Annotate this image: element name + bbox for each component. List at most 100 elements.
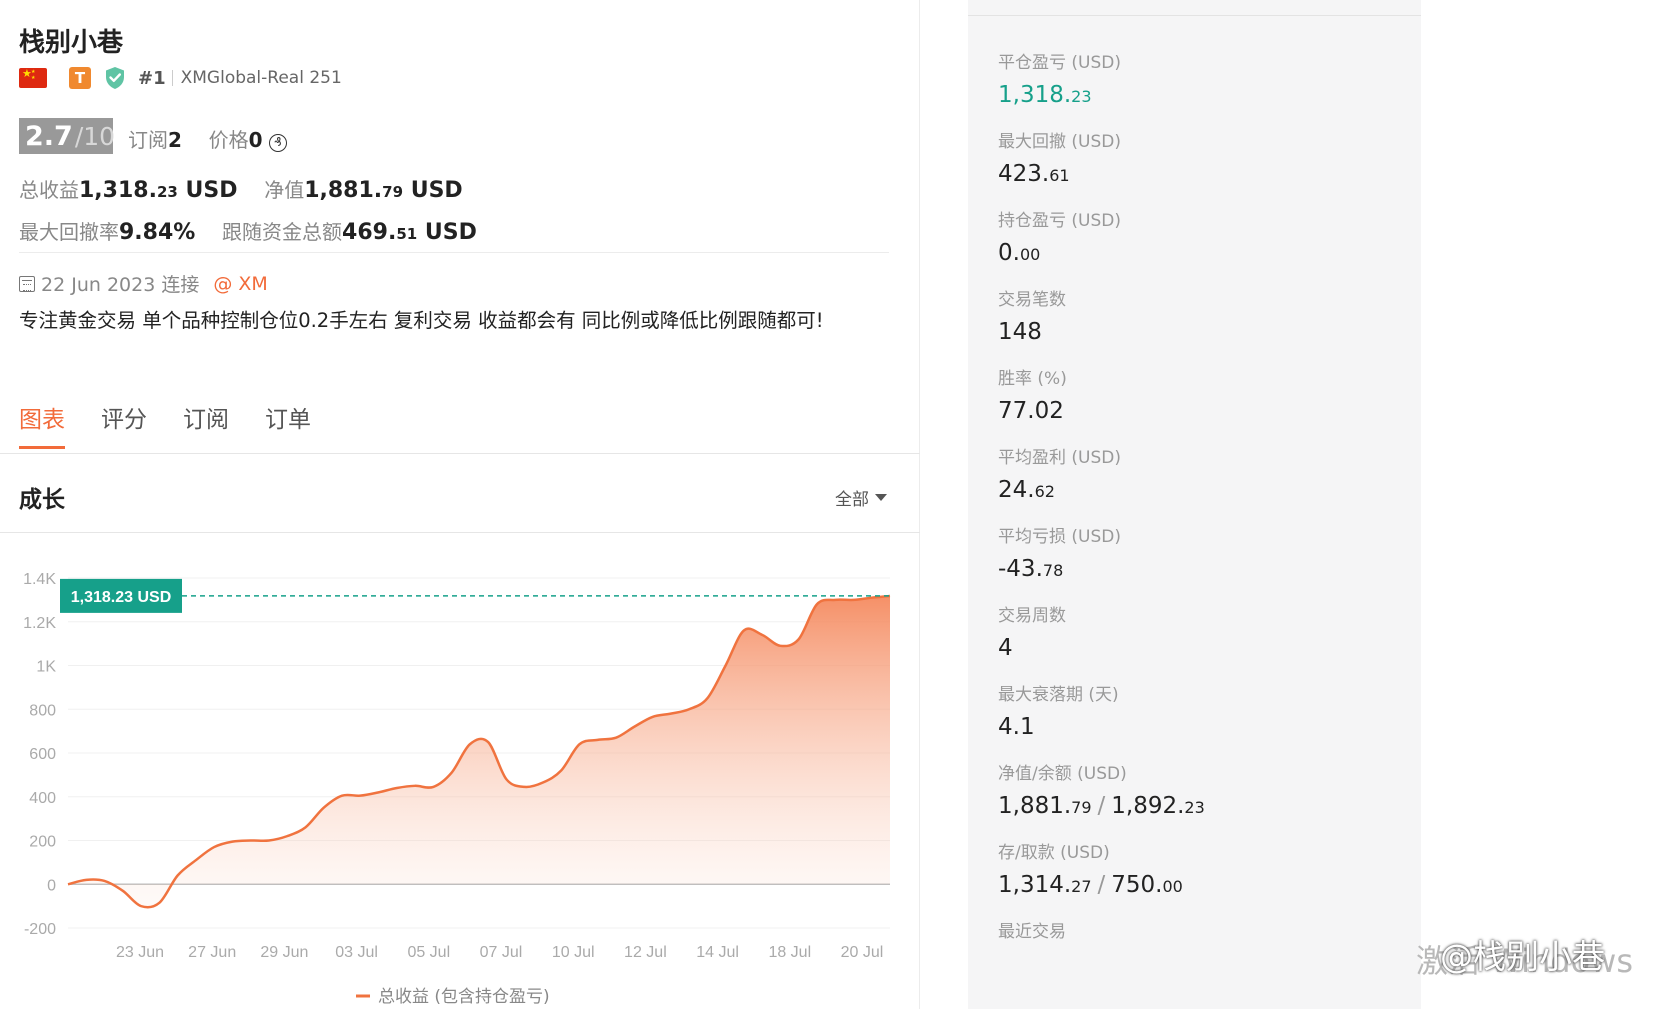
stat-item: 净值/余额 (USD) 1,881.79/1,892.23: [998, 759, 1205, 819]
range-filter-dropdown[interactable]: 全部: [835, 485, 887, 510]
coin-icon: ₰: [268, 134, 287, 152]
x-tick-label: 20 Jul: [841, 944, 884, 961]
divider: [0, 532, 920, 533]
y-tick-label: 1K: [36, 659, 56, 676]
score-badge: 2.7 /10: [19, 118, 116, 154]
legend-label: 总收益 (包含持仓盈亏): [378, 987, 550, 1007]
x-tick-label: 07 Jul: [480, 944, 523, 961]
current-value-label: 1,318.23 USD: [71, 589, 172, 606]
stat-item: 交易笔数 148: [998, 285, 1066, 345]
stat-item: 平均盈利 (USD) 24.62: [998, 443, 1121, 503]
max-drawdown-label: 最大回撤率: [19, 220, 119, 244]
stat-value: 77.02: [998, 398, 1064, 424]
stat-value: 1,318.23: [998, 82, 1092, 108]
stat-label: 平均亏损 (USD): [998, 527, 1121, 547]
stat-value: -43.78: [998, 556, 1064, 582]
follow-funds-label: 跟随资金总额: [222, 220, 343, 244]
strategy-description: 专注黄金交易 单个品种控制仓位0.2手左右 复利交易 收益都会有 同比例或降低比…: [19, 309, 824, 332]
stat-item: 最大衰落期 (天) 4.1: [998, 680, 1119, 740]
stat-item: 胜率 (%) 77.02: [998, 364, 1067, 424]
stat-item: 存/取款 (USD) 1,314.27/750.00: [998, 838, 1183, 898]
stat-value: 4: [998, 635, 1013, 661]
badge-row: T #1 XMGlobal-Real 251: [19, 66, 342, 90]
max-drawdown-value: 9.84%: [119, 220, 196, 245]
connection-info: 22 Jun 2023 连接 @ XM: [19, 270, 268, 297]
x-tick-label: 29 Jun: [260, 944, 308, 961]
trader-card: 栈别小巷 T #1 XMGlobal-Real 251 2.7 /10 订阅2 …: [0, 0, 920, 1009]
connection-date: 22 Jun 2023 连接: [41, 274, 200, 296]
x-tick-label: 03 Jul: [335, 944, 378, 961]
y-tick-label: 1.2K: [23, 615, 56, 632]
stat-label: 最大回撤 (USD): [998, 132, 1121, 152]
tab-orders[interactable]: 订单: [265, 400, 311, 449]
equity-value: 1,881.79 USD: [304, 178, 463, 203]
drawdown-funds-line: 最大回撤率9.84% 跟随资金总额469.51 USD: [19, 216, 477, 245]
stat-label: 平仓盈亏 (USD): [998, 53, 1121, 73]
tab-rating[interactable]: 评分: [101, 400, 147, 449]
total-profit-value: 1,318.23 USD: [79, 178, 238, 203]
stat-label: 最近交易: [998, 922, 1066, 942]
china-flag-icon: [19, 67, 47, 88]
stat-label: 净值/余额 (USD): [998, 764, 1127, 784]
y-tick-label: -200: [24, 921, 56, 938]
y-tick-label: 600: [29, 746, 56, 763]
stat-value: 148: [998, 319, 1042, 345]
x-tick-label: 18 Jul: [768, 944, 811, 961]
caret-down-icon: [875, 494, 887, 501]
stat-label: 持仓盈亏 (USD): [998, 211, 1121, 231]
profit-equity-line: 总收益1,318.23 USD 净值1,881.79 USD: [19, 174, 463, 203]
score-max: /10: [74, 121, 116, 151]
broker-link[interactable]: @ XM: [213, 273, 267, 295]
stat-label: 交易周数: [998, 606, 1066, 626]
x-tick-label: 14 Jul: [696, 944, 739, 961]
y-tick-label: 400: [29, 790, 56, 807]
equity-label: 净值: [264, 178, 305, 202]
stat-value: 0.00: [998, 240, 1041, 266]
account-name: XMGlobal-Real 251: [180, 68, 342, 88]
follow-funds-value: 469.51 USD: [342, 220, 477, 245]
stat-item: 最近交易: [998, 917, 1066, 942]
stat-item: 平仓盈亏 (USD) 1,318.23: [998, 48, 1121, 108]
stat-label: 交易笔数: [998, 290, 1066, 310]
rank-label: #1: [138, 67, 166, 89]
price-value: 0: [248, 128, 263, 152]
stat-value: 1,881.79/1,892.23: [998, 793, 1205, 819]
trader-name: 栈别小巷: [19, 28, 124, 58]
stat-item: 最大回撤 (USD) 423.61: [998, 127, 1121, 187]
y-tick-label: 200: [29, 834, 56, 851]
score-value: 2.7: [25, 120, 73, 152]
x-tick-label: 12 Jul: [624, 944, 667, 961]
price-label: 价格: [208, 128, 249, 152]
y-tick-label: 1.4K: [23, 571, 56, 588]
stat-value: 24.62: [998, 477, 1055, 503]
subscription-label: 订阅: [128, 128, 168, 152]
stat-value: 1,314.27/750.00: [998, 872, 1183, 898]
x-tick-label: 10 Jul: [552, 944, 595, 961]
separator: [171, 70, 173, 86]
stat-label: 平均盈利 (USD): [998, 448, 1121, 468]
stat-item: 平均亏损 (USD) -43.78: [998, 522, 1121, 582]
growth-area: [68, 595, 890, 908]
stat-value: 4.1: [998, 714, 1035, 740]
weibo-watermark: @栈别小巷: [1440, 937, 1605, 976]
stat-item: 持仓盈亏 (USD) 0.00: [998, 206, 1121, 266]
tab-subscription[interactable]: 订阅: [183, 400, 229, 449]
x-tick-label: 05 Jul: [407, 944, 450, 961]
x-tick-label: 23 Jun: [116, 944, 164, 961]
stat-value: 423.61: [998, 161, 1070, 187]
range-filter-value: 全部: [835, 490, 869, 510]
subscription-count: 2: [168, 128, 182, 152]
growth-chart: 1.4K 1.2K 1K 800 600 400 200 0 -200 23 Jun 27 Jun…: [23, 571, 891, 1007]
divider: [0, 453, 920, 454]
y-tick-label: 0: [47, 877, 56, 894]
divider: [968, 15, 1421, 16]
stats-panel: 平仓盈亏 (USD) 1,318.23 最大回撤 (USD) 423.61 持仓盈亏 (…: [968, 0, 1421, 1009]
total-profit-label: 总收益: [19, 178, 79, 202]
divider: [19, 252, 889, 253]
stat-label: 存/取款 (USD): [998, 843, 1110, 863]
tab-bar: 图表 评分 订阅 订单: [19, 400, 347, 449]
stat-label: 胜率 (%): [998, 369, 1067, 389]
tier-badge-icon: T: [69, 67, 91, 89]
stat-label: 最大衰落期 (天): [998, 685, 1119, 705]
tab-chart[interactable]: 图表: [19, 400, 65, 449]
